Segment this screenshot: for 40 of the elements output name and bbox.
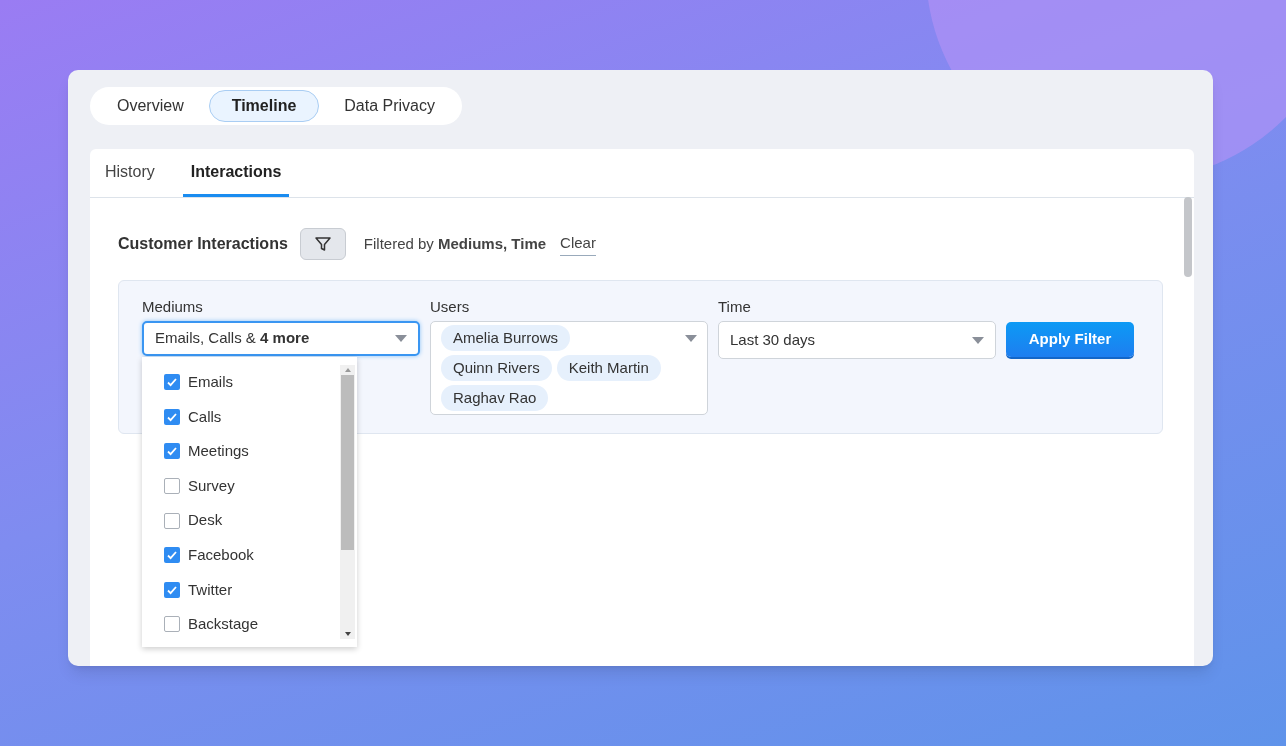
field-label: Time	[718, 297, 752, 316]
checkbox-option[interactable]: Backstage	[142, 607, 340, 642]
users-field[interactable]: Amelia Burrows Quinn Rivers Keith Martin Raghav Rao	[430, 321, 708, 415]
scrollbar-thumb[interactable]	[341, 375, 354, 550]
checkbox-option[interactable]: Calls	[142, 399, 340, 435]
user-chip: Keith Martin	[556, 355, 661, 381]
checkbox-option[interactable]: Emails	[142, 365, 340, 400]
caret-icon	[685, 335, 697, 342]
user-chip: Amelia Burrows	[441, 325, 571, 351]
filter-summary: Filtered by Mediums, Time	[363, 233, 547, 254]
checkbox-option[interactable]: Desk	[142, 503, 340, 538]
tab[interactable]: Overview	[94, 90, 207, 122]
filter-icon	[313, 235, 332, 253]
checkbox[interactable]	[164, 478, 180, 495]
checkbox-option[interactable]: Survey	[142, 468, 340, 504]
mediums-dropdown[interactable]: Emails, Calls & 4 more	[142, 321, 420, 356]
sub-tab[interactable]: Interactions	[182, 149, 290, 197]
user-chip: Raghav Rao	[441, 385, 549, 411]
tab[interactable]: Data Privacy	[321, 90, 458, 122]
clear-link[interactable]: Clear	[560, 232, 596, 256]
checkbox[interactable]	[164, 408, 180, 425]
checkbox-option[interactable]: Meetings	[142, 434, 340, 469]
filter-button[interactable]	[299, 228, 346, 260]
checkbox[interactable]	[164, 616, 180, 633]
checkbox-option[interactable]: Facebook	[142, 537, 340, 573]
sub-tab[interactable]: History	[105, 149, 155, 197]
caret-icon	[395, 335, 407, 342]
tab[interactable]: Timeline	[208, 90, 320, 122]
field-label: Users	[430, 297, 471, 316]
checkbox[interactable]	[164, 512, 180, 529]
checkbox-option[interactable]: Twitter	[142, 572, 340, 608]
time-dropdown[interactable]: Last 30 days	[718, 321, 996, 359]
user-chip: Quinn Rivers	[441, 355, 552, 381]
checkbox[interactable]	[164, 581, 180, 598]
checkbox[interactable]	[164, 547, 180, 564]
caret-icon	[972, 336, 984, 344]
section-title: Customer Interactions	[118, 234, 288, 254]
checkbox[interactable]	[164, 374, 180, 391]
field-label: Mediums	[142, 297, 204, 316]
checkbox[interactable]	[164, 443, 180, 460]
